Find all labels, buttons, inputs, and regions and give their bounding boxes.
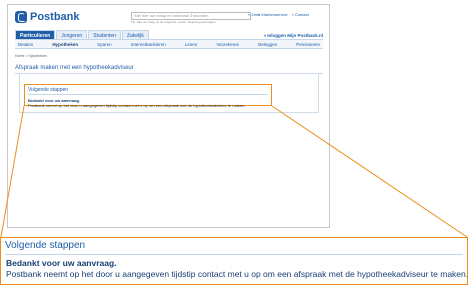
link-contact[interactable]: » Contact <box>292 12 309 17</box>
confirmation-message: Postbank neemt op het door u aangegeven … <box>6 269 469 279</box>
postbank-logo[interactable]: Postbank <box>15 10 80 24</box>
confirmation-title: Volgende stappen <box>5 240 463 255</box>
subnav-verzekeren[interactable]: Verzekeren <box>216 42 239 47</box>
subnav-hypotheken[interactable]: Hypotheken <box>52 42 78 47</box>
website-screenshot: Postbank Stel hier uw vraag en minimaal … <box>7 4 330 228</box>
confirmation-box-zoomed: Volgende stappen Bedankt voor uw aanvraa… <box>0 237 468 285</box>
subnav-beleggen[interactable]: Beleggen <box>258 42 277 47</box>
login-link[interactable]: » Inloggen Mijn Postbank.nl <box>263 33 323 38</box>
confirmation-thanks: Bedankt voor uw aanvraag. <box>6 258 117 268</box>
brand-name: Postbank <box>30 11 80 23</box>
search-input[interactable]: Stel hier uw vraag en minimaal 3 woorden <box>131 12 251 20</box>
subnav-betalen[interactable]: Betalen <box>18 42 33 47</box>
sub-navigation: Betalen Hypotheken Sparen Internetbankie… <box>15 39 323 49</box>
subnav-pensioenen[interactable]: Pensioenen <box>296 42 320 47</box>
top-links: » Klantenservice » Contact <box>258 12 309 17</box>
confirmation-title-small: Volgende stappen <box>28 87 268 95</box>
subnav-lenen[interactable]: Lenen <box>185 42 198 47</box>
subnav-internetbankieren[interactable]: Internetbankieren <box>131 42 166 47</box>
confirmation-box-small: Volgende stappen Bedankt voor uw aanvraa… <box>24 84 272 108</box>
subnav-sparen[interactable]: Sparen <box>97 42 112 47</box>
postbank-logo-icon <box>15 11 27 23</box>
confirmation-message-small: Postbank neemt op het door u aangegeven … <box>28 103 246 108</box>
link-klantenservice[interactable]: » Klantenservice <box>258 12 288 17</box>
page: Postbank Stel hier uw vraag en minimaal … <box>0 0 470 286</box>
search-hint: Tip: Stel uw vraag op de volgende manier… <box>131 20 216 24</box>
breadcrumb[interactable]: Home > Hypotheken <box>15 54 47 58</box>
